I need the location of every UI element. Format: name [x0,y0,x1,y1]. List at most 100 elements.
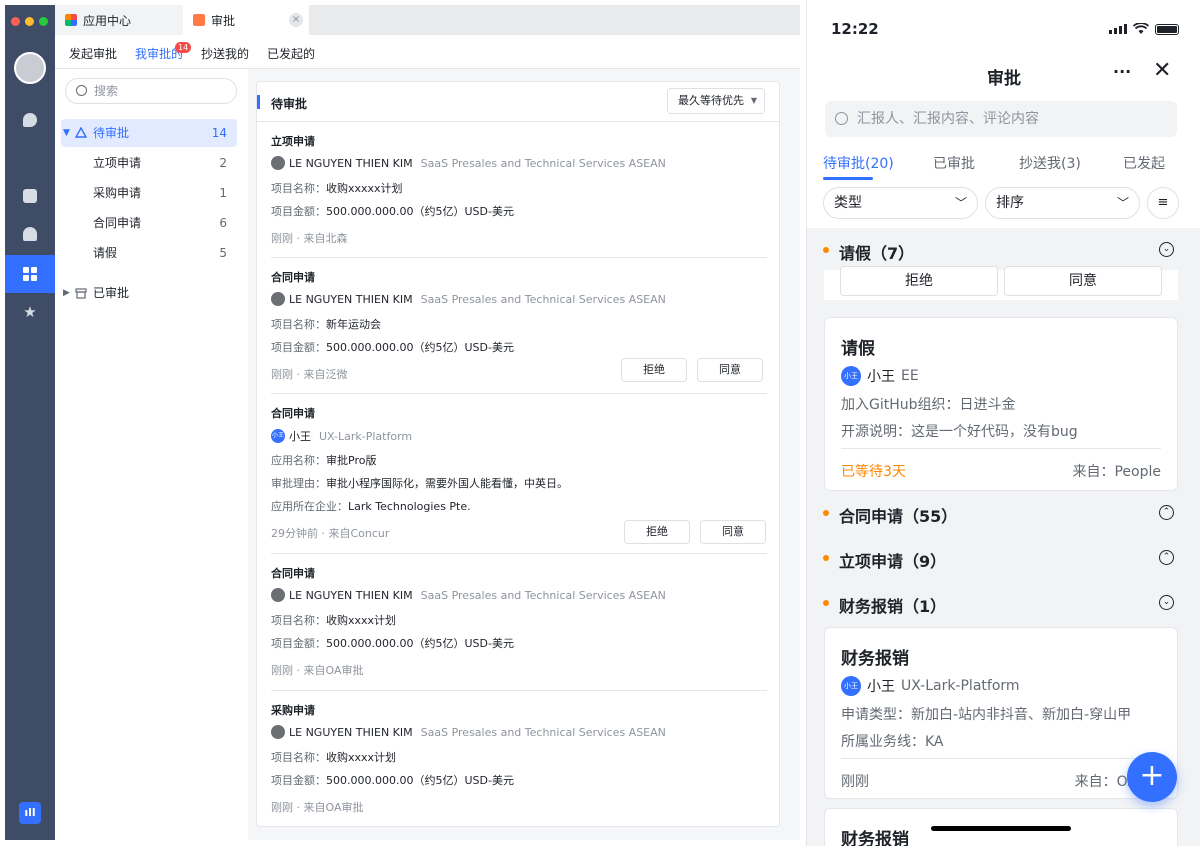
card-line: 项目名称：收购xxxxx计划 [271,180,403,196]
chevron-down-icon: ⌄ [1159,242,1174,257]
reject-button[interactable]: 拒绝 [624,520,690,544]
tab-initiated[interactable]: 已发起 [1123,153,1165,173]
search-input[interactable]: 搜索 [65,78,237,104]
search-icon [76,85,87,96]
card-line: 项目名称：收购xxxx计划 [271,749,396,765]
chevron-down-icon: ⌄ [1159,595,1174,610]
status-bar: 12:22 [807,0,1200,50]
group-dot [823,247,829,253]
mobile-screen: 12:22 审批 ··· ✕ 汇报人、汇报内容、评论内容 待审批(20) 已审批… [806,0,1200,846]
line-value: 审批Pro版 [326,454,377,467]
tab-approval[interactable]: 审批 × [183,5,309,35]
mobile-search-input[interactable]: 汇报人、汇报内容、评论内容 [825,101,1177,137]
close-icon[interactable]: ✕ [1153,58,1171,83]
user-avatar[interactable] [14,52,46,84]
tree-done[interactable]: ▶ 已审批 [61,279,237,307]
approval-card[interactable]: 立项申请 LE NGUYEN THIEN KIM SaaS Presales a… [271,122,767,258]
divider [841,448,1161,449]
app-grid-icon [23,267,37,281]
tab-label: 审批 [211,13,236,28]
doc-icon [23,189,37,203]
group-expense[interactable]: 财务报销（1） ⌄ [807,583,1200,623]
subnav-initiate[interactable]: 发起审批 [69,45,117,62]
group-leave[interactable]: 请假（7） ⌄ [807,230,1200,270]
filter-label: 类型 [834,195,862,211]
rail-messenger[interactable] [5,101,55,139]
card-footer: 29分钟前 · 来自Concur [271,527,390,540]
approve-button[interactable]: 同意 [700,520,766,544]
tree-count: 2 [219,156,227,170]
line-value: 500.000.000.00（约5亿）USD-美元 [326,341,514,354]
list-filter-icon[interactable]: ≡ [1147,187,1179,219]
subnav-initiated[interactable]: 已发起的 [267,45,315,62]
add-approval-button[interactable]: + [1127,752,1177,802]
rail-contacts[interactable] [5,215,55,253]
tree-item-leave[interactable]: 请假 5 [61,239,237,267]
window-controls [11,17,48,26]
line-key: 项目金额： [271,774,326,787]
dropdown-arrow-icon: ▼ [750,96,757,105]
leave-card[interactable]: 请假 小王 小王 EE 加入GitHub组织：日进斗金 开源说明：这是一个好代码… [824,317,1178,491]
group-project[interactable]: 立项申请（9） ⌃ [807,538,1200,578]
tab-app-center[interactable]: 应用中心 [55,5,183,35]
tab-cc-me[interactable]: 抄送我(3) [1019,153,1081,173]
approval-subnav: 发起审批 我审批的 14 抄送我的 已发起的 [55,35,800,72]
header-accent [257,95,260,109]
tree-count: 14 [211,126,227,140]
type-filter-select[interactable]: 类型 ﹀ [823,187,978,219]
tab-approved[interactable]: 已审批 [933,153,975,173]
tree-pending[interactable]: ▼ 待审批 14 [61,119,237,147]
approval-card[interactable]: 合同申请 LE NGUYEN THIEN KIM SaaS Presales a… [271,258,767,394]
tree-count: 5 [219,246,227,260]
group-contract[interactable]: 合同申请（55） ⌃ [807,493,1200,533]
approval-card[interactable]: 采购申请 LE NGUYEN THIEN KIM SaaS Presales a… [271,691,767,826]
approve-button[interactable]: 同意 [1004,266,1162,296]
avatar [271,156,285,170]
card-time: 刚刚 [841,774,869,790]
line-value: 收购xxxxx计划 [326,182,403,195]
sort-dropdown[interactable]: 最久等待优先 ▼ [667,88,765,114]
archive-icon [75,288,87,299]
card-source: 来自：People [1072,464,1161,480]
tree-item-contract[interactable]: 合同申请 6 [61,209,237,237]
tree-item-purchase[interactable]: 采购申请 1 [61,179,237,207]
minimize-window-button[interactable] [25,17,34,26]
status-icons [1109,23,1179,35]
rail-workplace[interactable] [5,255,55,293]
window-tabbar: 应用中心 审批 × [55,5,800,35]
card-line: 所属业务线：KA [841,734,944,750]
close-window-button[interactable] [11,17,20,26]
group-label: 财务报销（1） [839,597,947,616]
expense-card[interactable]: 财务报销 小王 小王 UX-Lark-Platform 申请类型：新加白-站内非… [824,627,1178,799]
reject-button[interactable]: 拒绝 [840,266,998,296]
card-line: 项目金额：500.000.000.00（约5亿）USD-美元 [271,339,514,355]
sort-filter-select[interactable]: 排序 ﹀ [985,187,1140,219]
chat-icon [23,113,37,127]
tab-pending[interactable]: 待审批(20) [823,153,894,180]
card-line: 应用所在企业：Lark Technologies Pte. [271,498,471,514]
subnav-cc-me[interactable]: 抄送我的 [201,45,249,62]
chevron-up-icon: ⌃ [1159,550,1174,565]
more-icon[interactable]: ··· [1113,62,1131,81]
card-line: 加入GitHub组织：日进斗金 [841,397,1016,413]
rail-calendar[interactable]: 26 [5,139,55,177]
line-key: 审批理由： [271,477,326,490]
line-value: 500.000.000.00（约5亿）USD-美元 [326,205,514,218]
stats-icon[interactable]: ıll [19,802,41,824]
pending-panel: 待审批 最久等待优先 ▼ 立项申请 LE NGUYEN THIEN KIM Sa… [256,81,780,827]
group-label: 合同申请（55） [839,507,958,526]
line-key: 项目名称： [271,318,326,331]
approval-card[interactable]: 合同申请 LE NGUYEN THIEN KIM SaaS Presales a… [271,554,767,691]
approve-button[interactable]: 同意 [697,358,763,382]
tree-item-project[interactable]: 立项申请 2 [61,149,237,177]
approval-card[interactable]: 合同申请 小王 小王 UX-Lark-Platform 应用名称：审批Pro版 … [271,394,767,554]
tab-label: 应用中心 [83,13,132,28]
signal-icon [1109,24,1127,34]
avatar [271,292,285,306]
reject-button[interactable]: 拒绝 [621,358,687,382]
line-key: 应用所在企业： [271,500,348,513]
close-tab-icon[interactable]: × [289,13,303,27]
maximize-window-button[interactable] [39,17,48,26]
rail-favorites[interactable]: ★ [5,293,55,331]
rail-docs[interactable] [5,177,55,215]
